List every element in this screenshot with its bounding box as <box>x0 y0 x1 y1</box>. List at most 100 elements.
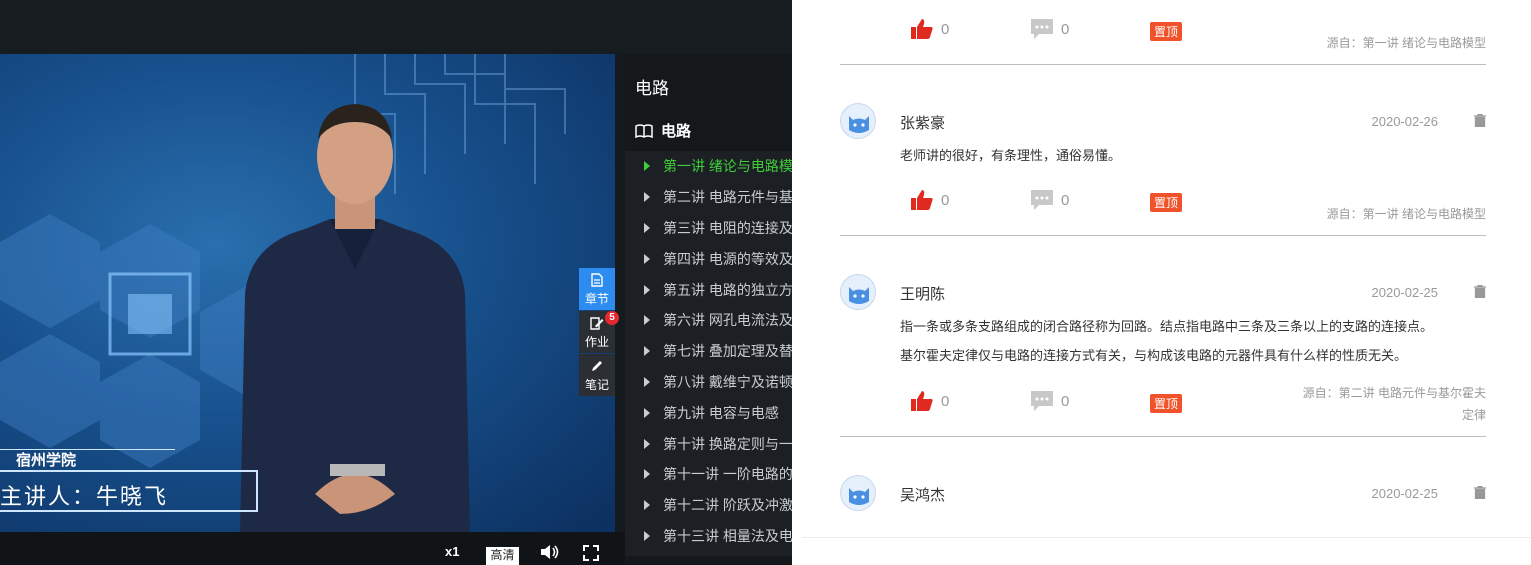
chapter-item-label: 第七讲 叠加定理及替代定理 <box>663 343 792 360</box>
lecturer-label: 主讲人：牛晓飞 <box>0 485 169 510</box>
pin-button[interactable]: 置顶 <box>1150 193 1183 212</box>
avatar[interactable] <box>840 274 876 310</box>
chapter-item[interactable]: 第十讲 换路定则与一阶电路 <box>625 428 792 459</box>
chapter-panel-title: 电路 <box>635 79 669 98</box>
thumbs-up-icon <box>911 190 933 210</box>
tab-chapters[interactable]: 章节 <box>579 268 615 310</box>
chapter-item-label: 第三讲 电阻的连接及等效变换 <box>663 219 792 236</box>
video-frame[interactable]: 宿州学院 主讲人：牛晓飞 <box>0 54 615 532</box>
chapter-list: 第一讲 绪论与电路模型第二讲 电路元件与基尔霍夫定律第三讲 电阻的连接及等效变换… <box>625 151 792 556</box>
comment-icon <box>1031 19 1053 39</box>
chapter-item[interactable]: 第一讲 绪论与电路模型 <box>625 151 792 182</box>
volume-icon[interactable] <box>540 544 560 560</box>
trash-icon[interactable] <box>1474 486 1486 499</box>
pen-icon <box>592 361 602 371</box>
comment-actions: 0 0 置顶 <box>910 390 1210 414</box>
avatar[interactable] <box>840 475 876 511</box>
comment-date: 2020-02-25 <box>1371 285 1439 300</box>
chapter-item-label: 第二讲 电路元件与基尔霍夫定律 <box>663 189 792 206</box>
reply-count: 0 <box>1061 191 1070 209</box>
chapter-item[interactable]: 第十一讲 一阶电路的响应 <box>625 459 792 490</box>
avatar[interactable] <box>840 103 876 139</box>
player-top-bar <box>0 0 792 54</box>
play-triangle-icon <box>644 315 650 326</box>
like-button[interactable]: 0 <box>910 18 949 40</box>
chapter-item-label: 第十三讲 相量法及电路 <box>663 527 792 544</box>
trash-icon[interactable] <box>1474 114 1486 127</box>
play-triangle-icon <box>644 438 650 449</box>
chapter-item[interactable]: 第十二讲 阶跃及冲激响应 <box>625 490 792 521</box>
course-title[interactable]: 电路 <box>635 120 691 141</box>
play-triangle-icon <box>644 253 650 264</box>
comment-source: 源自：第一讲 绪论与电路模型 <box>1326 36 1486 50</box>
pin-button[interactable]: 置顶 <box>1150 22 1183 41</box>
thumbs-up-icon <box>911 391 933 411</box>
chapter-item[interactable]: 第六讲 网孔电流法及节点电压法 <box>625 305 792 336</box>
comment-actions: 0 0 置顶 <box>910 18 1210 42</box>
comment-actions: 0 0 置顶 <box>910 189 1210 213</box>
reply-button[interactable]: 0 <box>1030 189 1069 211</box>
reply-count: 0 <box>1061 392 1070 410</box>
comment-icon <box>1031 190 1053 210</box>
comment-item: 王明陈 2020-02-25 指一条或多条支路组成的闭合路径称为回路。结点指电路… <box>840 274 1486 434</box>
user-name[interactable]: 张紫豪 <box>900 112 945 133</box>
reply-button[interactable]: 0 <box>1030 18 1069 40</box>
comment-icon <box>1031 391 1053 411</box>
edit-icon <box>590 317 604 330</box>
chapter-item-label: 第五讲 电路的独立方程 <box>663 281 792 298</box>
tab-chapters-label: 章节 <box>584 292 609 306</box>
presenter-figure <box>240 104 470 532</box>
chapter-item[interactable]: 第三讲 电阻的连接及等效变换 <box>625 213 792 244</box>
player-controls <box>0 532 625 565</box>
chapter-item-label: 第一讲 绪论与电路模型 <box>663 158 792 175</box>
chapter-item[interactable]: 第八讲 戴维宁及诺顿定理 <box>625 367 792 398</box>
comment-divider <box>840 64 1486 65</box>
book-icon <box>635 123 653 138</box>
like-count: 0 <box>941 20 950 38</box>
play-triangle-icon <box>644 346 650 357</box>
tab-notes[interactable]: 笔记 <box>579 354 615 396</box>
user-name[interactable]: 吴鸿杰 <box>900 484 945 505</box>
user-name[interactable]: 王明陈 <box>900 283 945 304</box>
chapter-item-label: 第四讲 电源的等效及变换 <box>663 250 792 267</box>
comment-date: 2020-02-25 <box>1371 486 1439 501</box>
play-triangle-icon <box>644 192 650 203</box>
play-triangle-icon <box>644 469 650 480</box>
comment-item: 张紫豪 2020-02-26 老师讲的很好，有条理性，通俗易懂。 0 0 置顶 <box>840 103 1486 233</box>
comment-text: 老师讲的很好，有条理性，通俗易懂。 <box>900 148 1122 163</box>
play-triangle-icon <box>644 500 650 511</box>
like-button[interactable]: 0 <box>910 390 949 412</box>
reply-button[interactable]: 0 <box>1030 390 1069 412</box>
chapter-item[interactable]: 第九讲 电容与电感 <box>625 397 792 428</box>
chapter-item-label: 第十讲 换路定则与一阶电路 <box>663 435 792 452</box>
like-button[interactable]: 0 <box>910 189 949 211</box>
comment-source-line: 定律 <box>1461 408 1486 422</box>
chapter-item[interactable]: 第七讲 叠加定理及替代定理 <box>625 336 792 367</box>
comment-text: 基尔霍夫定律仅与电路的连接方式有关，与构成该电路的元器件具有什么样的性质无关。 <box>900 348 1408 363</box>
comment-source: 源自：第二讲 电路元件与基尔霍夫 定律 <box>1303 382 1486 426</box>
tab-homework[interactable]: 作业 5 <box>579 311 619 353</box>
avatar-icon <box>842 276 875 309</box>
trash-icon[interactable] <box>1474 285 1486 298</box>
comment-text: 指一条或多条支路组成的闭合路径称为回路。结点指电路中三条及三条以上的支路的连接点… <box>900 319 1434 334</box>
chapter-item-label: 第九讲 电容与电感 <box>663 404 779 421</box>
chapter-item[interactable]: 第五讲 电路的独立方程 <box>625 274 792 305</box>
avatar-icon <box>842 477 875 510</box>
play-triangle-icon <box>644 222 650 233</box>
chapter-item-label: 第十二讲 阶跃及冲激响应 <box>663 497 792 514</box>
pin-button[interactable]: 置顶 <box>1150 394 1183 413</box>
quality-button[interactable]: 高清 <box>486 547 519 565</box>
speed-button[interactable]: x1 <box>445 544 459 559</box>
comment-date: 2020-02-26 <box>1371 114 1439 129</box>
like-count: 0 <box>941 392 950 410</box>
play-triangle-icon <box>644 376 650 387</box>
play-triangle-icon <box>644 161 650 172</box>
chapter-item[interactable]: 第二讲 电路元件与基尔霍夫定律 <box>625 182 792 213</box>
fullscreen-icon[interactable] <box>583 545 599 561</box>
play-triangle-icon <box>644 407 650 418</box>
reply-count: 0 <box>1061 20 1070 38</box>
chapter-item[interactable]: 第十三讲 相量法及电路 <box>625 521 792 552</box>
chapter-item[interactable]: 第四讲 电源的等效及变换 <box>625 243 792 274</box>
homework-badge: 5 <box>605 311 619 325</box>
comment-divider <box>840 436 1486 437</box>
